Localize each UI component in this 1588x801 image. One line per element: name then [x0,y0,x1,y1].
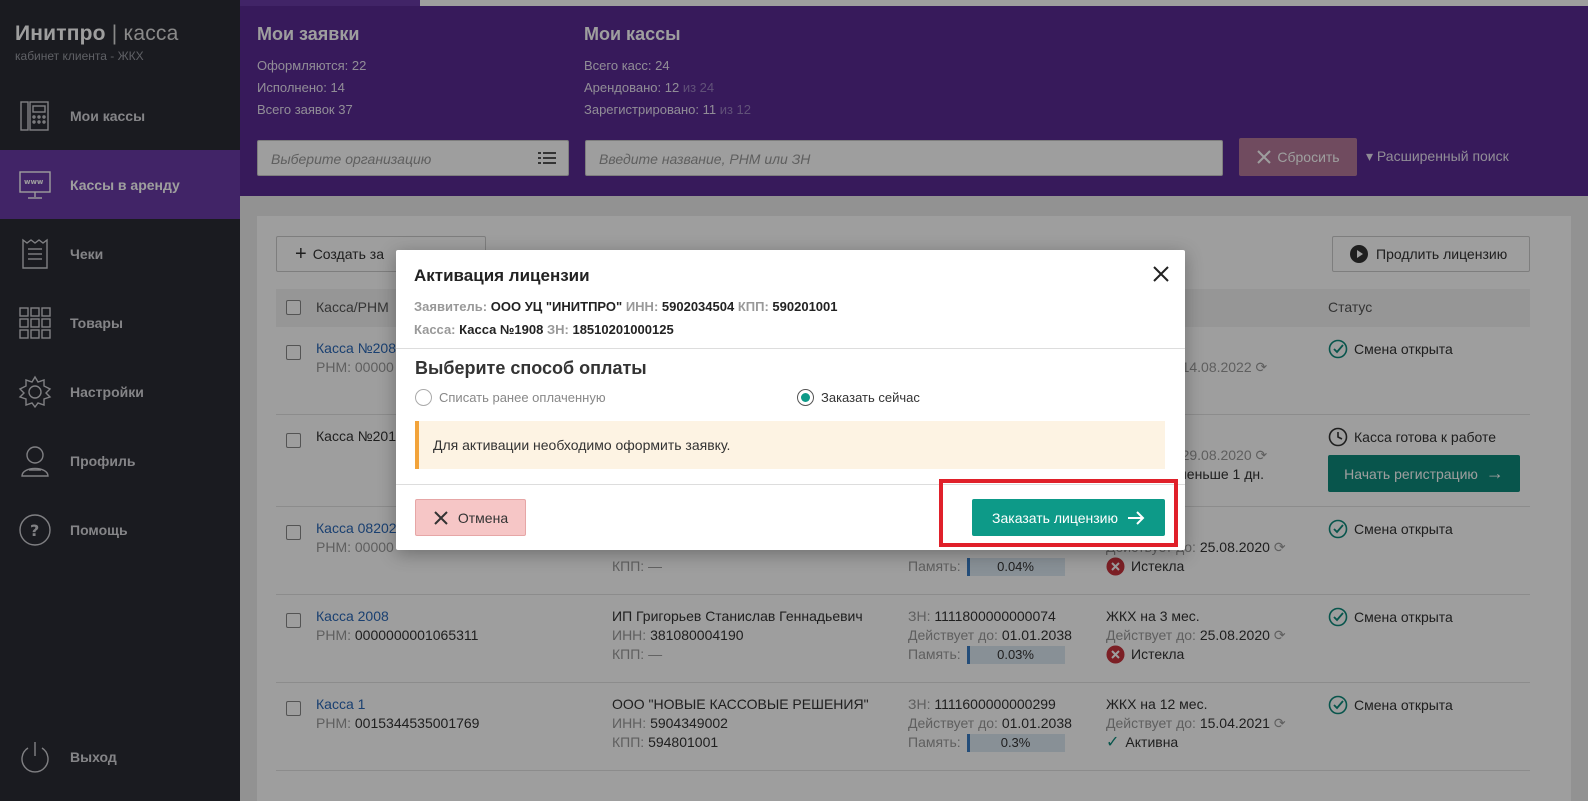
radio-indicator [797,389,814,406]
radio-label: Заказать сейчас [821,390,920,405]
cancel-button[interactable]: Отмена [415,499,526,536]
radio-label: Списать ранее оплаченную [439,390,606,405]
kassa-value: Касса №1908 [459,322,544,337]
modal-title: Активация лицензии [414,266,590,285]
kpp-value: 590201001 [772,299,838,314]
close-icon[interactable] [1152,265,1170,283]
radio-use-prepaid[interactable]: Списать ранее оплаченную [415,389,606,406]
modal-divider [396,348,1185,349]
kpp-label: КПП: [737,299,769,314]
radio-indicator [415,389,432,406]
close-icon [434,510,448,525]
modal-kassa-line: Касса: Касса №1908 ЗН: 18510201000125 [414,322,674,337]
zn-label: ЗН: [546,322,569,337]
applicant-label: Заявитель: [414,299,488,314]
highlight-box [939,479,1178,547]
inn-value: 5902034504 [661,299,735,314]
zn-value: 18510201000125 [572,322,674,337]
inn-label: ИНН: [625,299,659,314]
payment-method-title: Выберите способ оплаты [415,358,647,378]
activation-alert: Для активации необходимо оформить заявку… [415,421,1165,469]
modal-applicant-line: Заявитель: ООО УЦ "ИНИТПРО" ИНН: 5902034… [414,299,838,314]
applicant-value: ООО УЦ "ИНИТПРО" [490,299,623,314]
kassa-label: Касса: [414,322,456,337]
radio-order-now[interactable]: Заказать сейчас [797,389,920,406]
cancel-label: Отмена [457,509,509,526]
alert-text: Для активации необходимо оформить заявку… [433,437,731,453]
